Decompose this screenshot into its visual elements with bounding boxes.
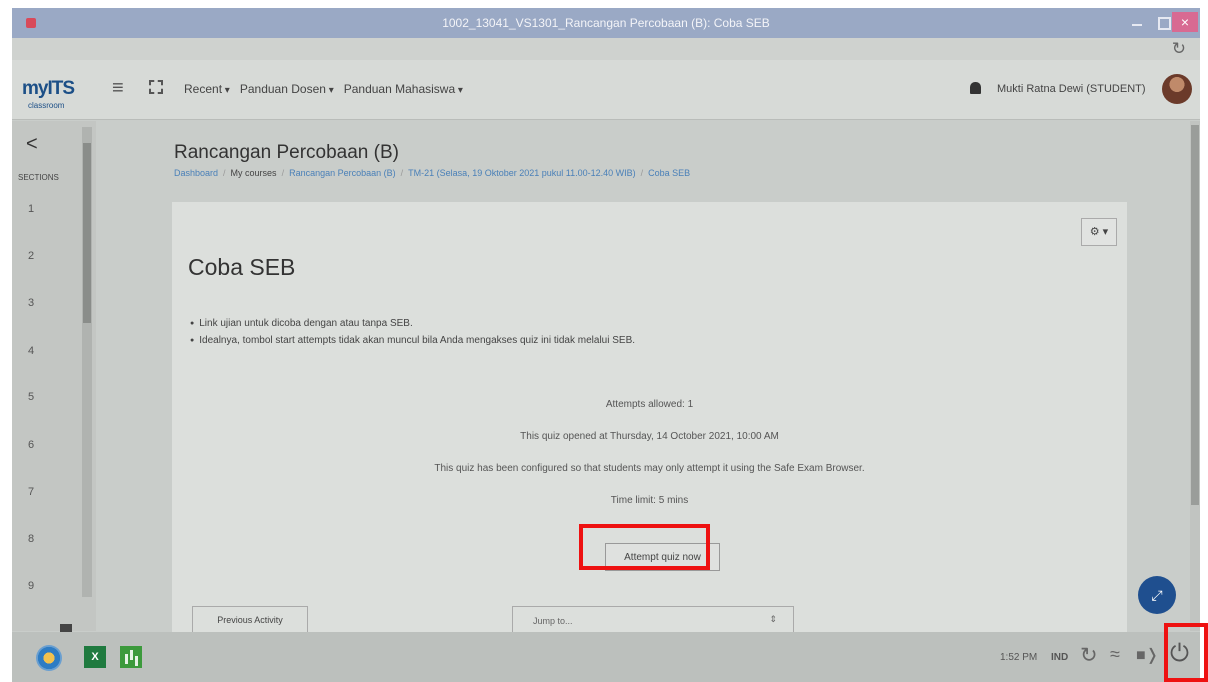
- attempts-allowed: Attempts allowed: 1: [605, 399, 694, 410]
- drawer-scrollbar-thumb[interactable]: [83, 143, 91, 323]
- page-scrollbar-thumb[interactable]: [1191, 125, 1199, 505]
- section-link-9[interactable]: 9: [28, 580, 34, 592]
- nav-recent[interactable]: Recent: [184, 82, 230, 96]
- close-button[interactable]: ×: [1172, 12, 1198, 32]
- section-link-7[interactable]: 7: [28, 486, 34, 498]
- site-logo-sub: classroom: [28, 101, 65, 110]
- site-logo[interactable]: myITS: [22, 78, 75, 100]
- stats-app-icon[interactable]: [120, 646, 142, 668]
- start-menu-icon[interactable]: [36, 645, 62, 671]
- attempt-quiz-button[interactable]: Attempt quiz now: [605, 543, 720, 571]
- section-link-4[interactable]: 4: [28, 345, 34, 357]
- nav-panduan-dosen[interactable]: Panduan Dosen: [240, 82, 334, 96]
- breadcrumb-activity[interactable]: Coba SEB: [648, 168, 690, 178]
- drawer-sections-label: SECTIONS: [18, 173, 59, 182]
- hamburger-menu-icon[interactable]: ≡: [112, 77, 124, 100]
- fullscreen-icon[interactable]: [149, 80, 163, 94]
- select-arrows-icon: ⇕: [769, 614, 777, 624]
- window-titlebar: 1002_13041_VS1301_Rancangan Percobaan (B…: [12, 8, 1200, 38]
- excel-app-icon[interactable]: X: [84, 646, 106, 668]
- section-link-5[interactable]: 5: [28, 391, 34, 403]
- nav-menu: Recent Panduan Dosen Panduan Mahasiswa: [184, 82, 463, 96]
- gear-icon[interactable]: ⚙ ▾: [1081, 218, 1117, 246]
- description-item: Idealnya, tombol start attempts tidak ak…: [190, 335, 635, 346]
- notification-bell-icon[interactable]: [970, 82, 981, 94]
- page-title: Rancangan Percobaan (B): [174, 142, 399, 163]
- section-link-3[interactable]: 3: [28, 297, 34, 309]
- minimize-button[interactable]: [1124, 12, 1150, 32]
- previous-activity-button[interactable]: Previous Activity: [192, 606, 308, 634]
- avatar[interactable]: [1162, 74, 1192, 104]
- quiz-card: [172, 202, 1127, 642]
- user-menu-name[interactable]: Mukti Ratna Dewi (STUDENT): [997, 83, 1146, 95]
- browser-toolbar: ↻: [12, 38, 1200, 60]
- time-limit: Time limit: 5 mins: [610, 495, 689, 506]
- section-link-6[interactable]: 6: [28, 439, 34, 451]
- quiz-opened-date: This quiz opened at Thursday, 14 October…: [520, 431, 779, 442]
- taskbar: X 1:52 PM IND ↻ ≈ ■❭ ⏻: [12, 632, 1200, 682]
- course-index-drawer: < SECTIONS 1 2 3 4 5 6 7 8 9: [12, 121, 96, 631]
- reload-icon[interactable]: ↻: [1172, 39, 1186, 59]
- drawer-close-icon[interactable]: <: [26, 133, 38, 156]
- reload-icon[interactable]: ↻: [1080, 643, 1098, 668]
- jump-to-label: Jump to...: [533, 616, 573, 626]
- quiz-title: Coba SEB: [188, 254, 296, 280]
- power-icon[interactable]: ⏻: [1170, 640, 1189, 668]
- nav-panduan-mahasiswa[interactable]: Panduan Mahasiswa: [344, 82, 463, 96]
- keyboard-language[interactable]: IND: [1051, 652, 1068, 663]
- breadcrumb-dashboard[interactable]: Dashboard: [174, 168, 218, 178]
- breadcrumb-course[interactable]: Rancangan Percobaan (B): [289, 168, 396, 178]
- expand-icon[interactable]: ⤢: [1138, 576, 1176, 614]
- section-link-1[interactable]: 1: [28, 203, 34, 215]
- wifi-icon[interactable]: ≈: [1110, 644, 1120, 665]
- breadcrumb-my-courses[interactable]: My courses: [231, 168, 277, 178]
- breadcrumb: Dashboard / My courses / Rancangan Percobaan…: [174, 168, 691, 178]
- breadcrumb-section[interactable]: TM-21 (Selasa, 19 Oktober 2021 pukul 11.…: [408, 168, 635, 178]
- drawer-scrollbar[interactable]: [82, 127, 92, 597]
- seb-requirement-note: This quiz has been configured so that st…: [434, 463, 865, 474]
- screen: 1002_13041_VS1301_Rancangan Percobaan (B…: [12, 8, 1200, 682]
- section-link-2[interactable]: 2: [28, 250, 34, 262]
- taskbar-clock: 1:52 PM: [1000, 652, 1038, 663]
- navbar: myITS classroom ≡ Recent Panduan Dosen P…: [12, 60, 1200, 120]
- window-title: 1002_13041_VS1301_Rancangan Percobaan (B…: [442, 16, 770, 30]
- volume-icon[interactable]: ■❭: [1136, 645, 1159, 665]
- jump-to-select[interactable]: Jump to... ⇕: [512, 606, 794, 634]
- page-scrollbar[interactable]: [1190, 121, 1200, 631]
- quiz-description: Link ujian untuk dicoba dengan atau tanp…: [190, 318, 635, 352]
- description-item: Link ujian untuk dicoba dengan atau tanp…: [190, 318, 635, 329]
- section-link-8[interactable]: 8: [28, 533, 34, 545]
